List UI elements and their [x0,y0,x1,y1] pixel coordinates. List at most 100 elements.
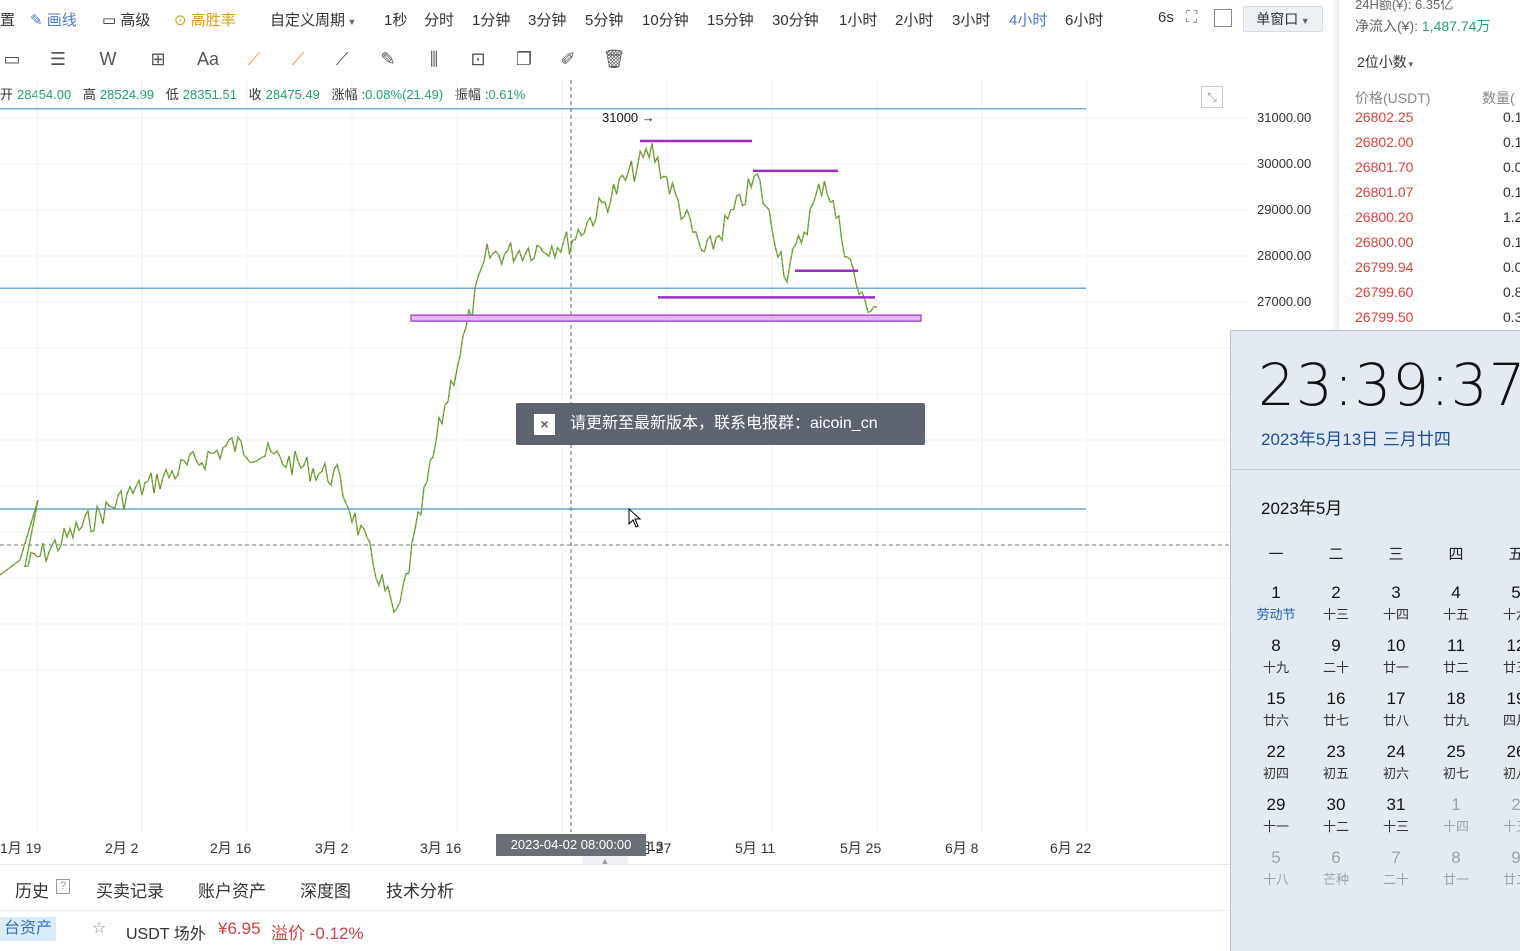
calendar-day[interactable]: 1 劳动节 [1254,583,1298,623]
period-item-15[interactable]: 3小时 [952,9,990,30]
support-zone[interactable] [410,314,922,322]
plus-box-icon[interactable]: ⊞ [146,47,170,71]
calendar-day[interactable]: 16 廿七 [1314,689,1358,729]
calendar-day[interactable]: 1 十四 [1434,795,1478,835]
chart-collapse-icon[interactable]: ⤡ [1201,86,1223,108]
order-row[interactable]: 26799.60 0.800 [1355,284,1520,300]
period-item-2[interactable]: ▭ 高级 [102,9,150,30]
order-row[interactable]: 26799.50 0.320 [1355,309,1520,325]
calendar-day[interactable]: 8 十九 [1254,636,1298,676]
order-row[interactable]: 26799.94 0.009 [1355,259,1520,275]
calendar-day[interactable]: 26 初八 [1494,742,1520,782]
period-item-17[interactable]: 6小时 [1065,9,1103,30]
help-icon[interactable]: ? [56,879,70,894]
wave-icon[interactable]: W [96,47,120,71]
fib-icon[interactable]: ⟋ [242,47,266,71]
tab-4[interactable]: 技术分析 [386,877,454,902]
calendar-day[interactable]: 25 初七 [1434,742,1478,782]
calendar-day[interactable]: 17 廿八 [1374,689,1418,729]
price-chart[interactable]: 31000 → [0,80,1248,832]
period-item-0[interactable]: 置 [0,9,15,30]
period-item-5[interactable]: 1秒 [384,9,407,30]
calendar-day[interactable]: 10 廿一 [1374,636,1418,676]
lunar-label: 十四 [1382,607,1409,622]
calendar-day[interactable]: 31 十三 [1374,795,1418,835]
period-item-8[interactable]: 3分钟 [528,9,566,30]
order-row[interactable]: 26802.00 0.100 [1355,134,1520,150]
y-tick-label: 30000.00 [1257,156,1312,171]
price-annotation: 31000 → [602,110,655,125]
calendar-day[interactable]: 2 十三 [1314,583,1358,623]
window-mode-select[interactable]: 单窗口 ▼ [1243,6,1323,32]
calendar-day[interactable]: 29 十一 [1254,795,1298,835]
popout-icon[interactable] [1214,9,1232,27]
period-item-18[interactable]: 6s [1158,9,1174,26]
calendar-day[interactable]: 5 十八 [1254,848,1298,888]
period-item-6[interactable]: 分时 [424,9,454,30]
calendar-day[interactable]: 18 廿九 [1434,689,1478,729]
period-item-1[interactable]: ✎ 画线 [30,9,77,30]
period-item-label: 4小时 [1009,12,1048,29]
calendar-day[interactable]: 15 廿六 [1254,689,1298,729]
calendar-day[interactable]: 6 芒种 [1314,848,1358,888]
calendar-day[interactable]: 23 初五 [1314,742,1358,782]
decimals-select[interactable]: 2位小数▼ [1357,52,1415,72]
clock-date[interactable]: 2023年5月13日 三月廿四 [1261,425,1451,450]
fib2-icon[interactable]: ⟋ [286,47,310,71]
order-row[interactable]: 26800.20 1.280 [1355,209,1520,225]
period-item-11[interactable]: 15分钟 [707,9,754,30]
fullscreen-icon[interactable]: ⛶ [1186,9,1204,27]
close-icon[interactable]: × [534,414,555,435]
edit-icon[interactable]: ✐ [556,47,580,71]
period-item-16[interactable]: 4小时 [1009,9,1047,30]
period-item-3[interactable]: ⊙ 高胜率 [174,9,236,30]
calendar-day[interactable]: 22 初四 [1254,742,1298,782]
order-row[interactable]: 26801.07 0.150 [1355,184,1520,200]
calendar-day[interactable]: 8 廿一 [1434,848,1478,888]
order-row[interactable]: 26802.25 0.100 [1355,109,1520,125]
period-item-9[interactable]: 5分钟 [585,9,623,30]
calendar-day[interactable]: 5 十六 [1494,583,1520,623]
tab-0[interactable]: 历史 [15,877,49,902]
calendar-day[interactable]: 4 十五 [1434,583,1478,623]
calendar-day[interactable]: 3 十四 [1374,583,1418,623]
tab-1[interactable]: 买卖记录 [96,877,164,902]
update-toast: × 请更新至最新版本，联系电报群：aicoin_cn [516,403,925,445]
period-item-4[interactable]: 自定义周期 ▼ [270,9,356,30]
candles-icon[interactable]: ⫼ [422,47,446,71]
tab-2[interactable]: 账户资产 [198,877,266,902]
asset-tag[interactable]: 台资产 [0,917,57,941]
calendar-day[interactable]: 24 初六 [1374,742,1418,782]
lock-icon[interactable]: ⊡ [466,47,490,71]
lines-icon[interactable]: ☰ [46,47,70,71]
pin-icon[interactable]: ☆ [92,918,106,938]
period-item-label: 自定义周期 [270,12,346,29]
day-number: 25 [1446,742,1466,761]
day-number: 7 [1391,848,1401,867]
period-item-7[interactable]: 1分钟 [472,9,510,30]
pen-icon[interactable]: ✎ [376,47,400,71]
calendar-day[interactable]: 19 四月 [1494,689,1520,729]
trash-icon[interactable]: 🗑 [602,47,626,71]
period-item-label: 6小时 [1065,12,1104,29]
copy-icon[interactable]: ❐ [512,47,536,71]
calendar-day[interactable]: 11 廿二 [1434,636,1478,676]
calendar-day[interactable]: 9 二十 [1314,636,1358,676]
order-row[interactable]: 26800.00 0.100 [1355,234,1520,250]
period-item-10[interactable]: 10分钟 [642,9,689,30]
calendar-day[interactable]: 30 十二 [1314,795,1358,835]
period-item-12[interactable]: 30分钟 [772,9,819,30]
period-item-14[interactable]: 2小时 [895,9,933,30]
ruler-icon[interactable]: ⟋ [330,47,354,71]
order-row[interactable]: 26801.70 0.017 [1355,159,1520,175]
tab-3[interactable]: 深度图 [300,877,351,902]
period-item-13[interactable]: 1小时 [839,9,877,30]
calendar-day[interactable]: 7 二十 [1374,848,1418,888]
calendar-day[interactable]: 2 十五 [1494,795,1520,835]
panel-divider[interactable] [1333,0,1338,330]
calendar-day[interactable]: 9 廿二 [1494,848,1520,888]
calendar-day[interactable]: 12 廿三 [1494,636,1520,676]
text-icon[interactable]: Aa [196,47,220,71]
rect-icon[interactable]: ▭ [0,47,24,71]
calendar-month[interactable]: 2023年5月 [1261,494,1342,519]
